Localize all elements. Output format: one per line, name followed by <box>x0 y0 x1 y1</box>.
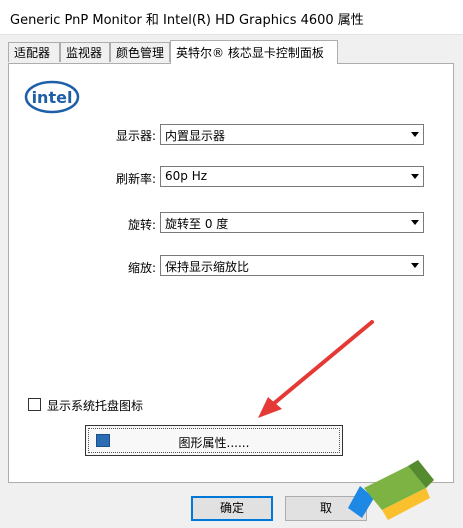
display-select[interactable]: 内置显示器 <box>160 124 424 145</box>
svg-text:intel: intel <box>32 88 73 107</box>
scaling-label: 缩放: <box>127 261 156 275</box>
intel-logo: intel <box>24 80 80 114</box>
tab-monitor[interactable]: 监视器 <box>60 42 110 62</box>
display-label: 显示器: <box>115 129 156 143</box>
tab-color-management[interactable]: 颜色管理 <box>110 42 170 62</box>
chevron-down-icon <box>407 256 423 275</box>
title-bar: Generic PnP Monitor 和 Intel(R) HD Graphi… <box>0 0 463 35</box>
tab-adapter[interactable]: 适配器 <box>8 42 60 62</box>
chevron-down-icon <box>407 213 423 232</box>
graphics-properties-button[interactable]: 图形属性...... <box>85 425 343 456</box>
refresh-rate-value: 60p Hz <box>165 169 208 183</box>
graphics-properties-label: 图形属性...... <box>178 436 250 450</box>
tray-icon-label: 显示系统托盘图标 <box>47 399 144 413</box>
tab-strip: 适配器 监视器 颜色管理 英特尔® 核芯显卡控制面板 <box>8 40 454 64</box>
chevron-down-icon <box>407 125 423 144</box>
rotation-select[interactable]: 旋转至 0 度 <box>160 212 424 233</box>
refresh-rate-select[interactable]: 60p Hz <box>160 166 424 187</box>
tray-icon-checkbox[interactable] <box>28 398 41 411</box>
chevron-down-icon <box>407 167 423 186</box>
rotation-label: 旋转: <box>127 218 156 232</box>
display-select-value: 内置显示器 <box>165 129 226 143</box>
window-title: Generic PnP Monitor 和 Intel(R) HD Graphi… <box>10 13 364 28</box>
rotation-value: 旋转至 0 度 <box>165 217 229 231</box>
tab-intel-graphics-control-panel[interactable]: 英特尔® 核芯显卡控制面板 <box>170 40 338 64</box>
scaling-value: 保持显示缩放比 <box>165 260 250 274</box>
scaling-select[interactable]: 保持显示缩放比 <box>160 255 424 276</box>
refresh-rate-label: 刷新率: <box>115 172 156 186</box>
ok-button[interactable]: 确定 <box>191 496 273 521</box>
watermark-logo <box>348 460 434 520</box>
